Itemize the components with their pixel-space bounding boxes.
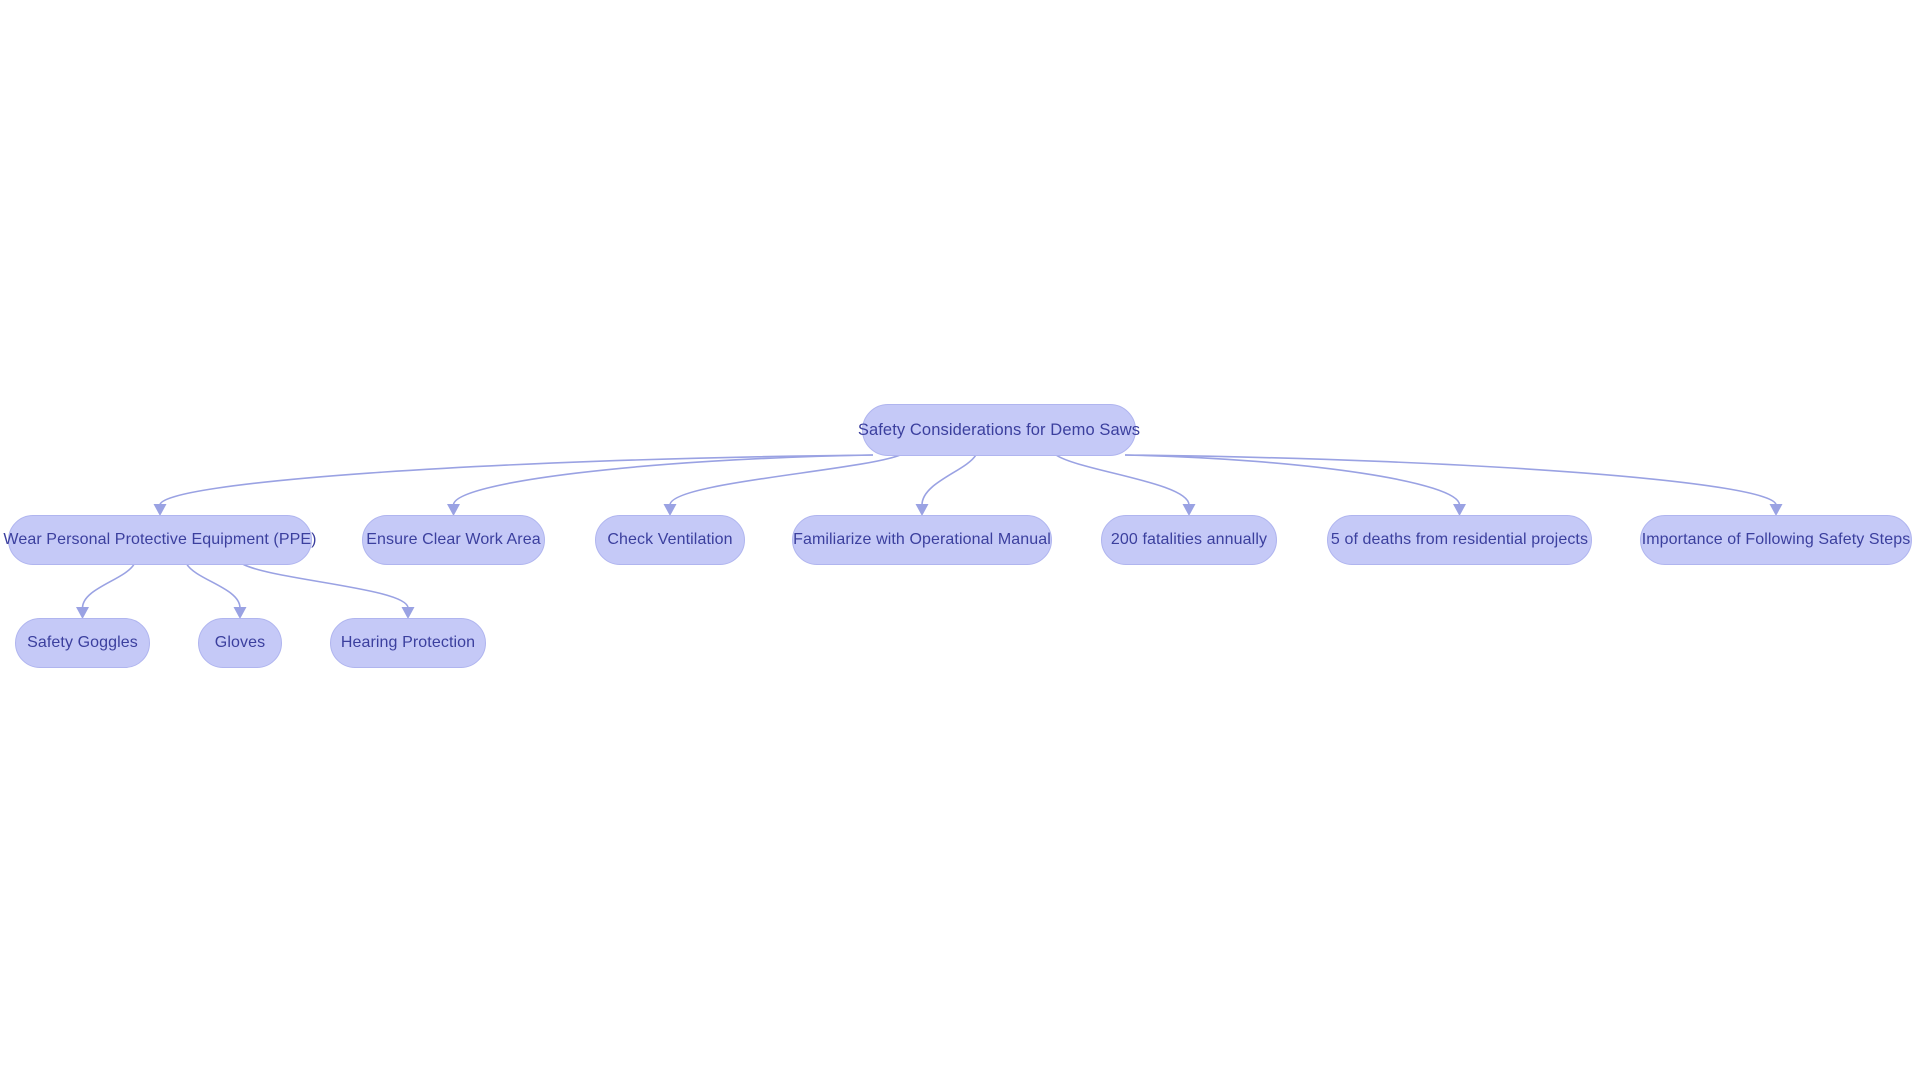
node-familiarize-with-operational-manual[interactable]: Familiarize with Operational Manual (792, 515, 1052, 565)
node-root[interactable]: Safety Considerations for Demo Saws (858, 404, 1140, 456)
node-hearing-protection[interactable]: Hearing Protection (330, 618, 486, 668)
edge-root-clear-work-area (452, 454, 873, 506)
edge-ppe-safety-goggles (81, 563, 135, 609)
edge-root-ppe (159, 454, 873, 506)
node-gloves[interactable]: Gloves (198, 618, 282, 668)
edge-ppe-gloves (185, 563, 241, 609)
edge-root-following-safety-steps (1125, 454, 1777, 506)
edge-root-fatalities (1055, 454, 1190, 506)
edge-root-ventilation (669, 454, 901, 506)
mind-map-canvas: Safety Considerations for Demo Saws Wear… (0, 0, 1920, 1083)
node-wear-personal-protective-equipment[interactable]: Wear Personal Protective Equipment (PPE) (3, 515, 316, 565)
edge-root-operational-manual (921, 454, 977, 506)
node-200-fatalities-annually[interactable]: 200 fatalities annually (1101, 515, 1277, 565)
node-deaths-from-residential-projects[interactable]: 5 of deaths from residential projects (1327, 515, 1592, 565)
node-safety-goggles[interactable]: Safety Goggles (15, 618, 150, 668)
node-importance-of-following-safety-steps[interactable]: Importance of Following Safety Steps (1640, 515, 1912, 565)
node-ensure-clear-work-area[interactable]: Ensure Clear Work Area (362, 515, 545, 565)
node-check-ventilation[interactable]: Check Ventilation (595, 515, 745, 565)
edge-ppe-hearing-protection (242, 563, 409, 609)
